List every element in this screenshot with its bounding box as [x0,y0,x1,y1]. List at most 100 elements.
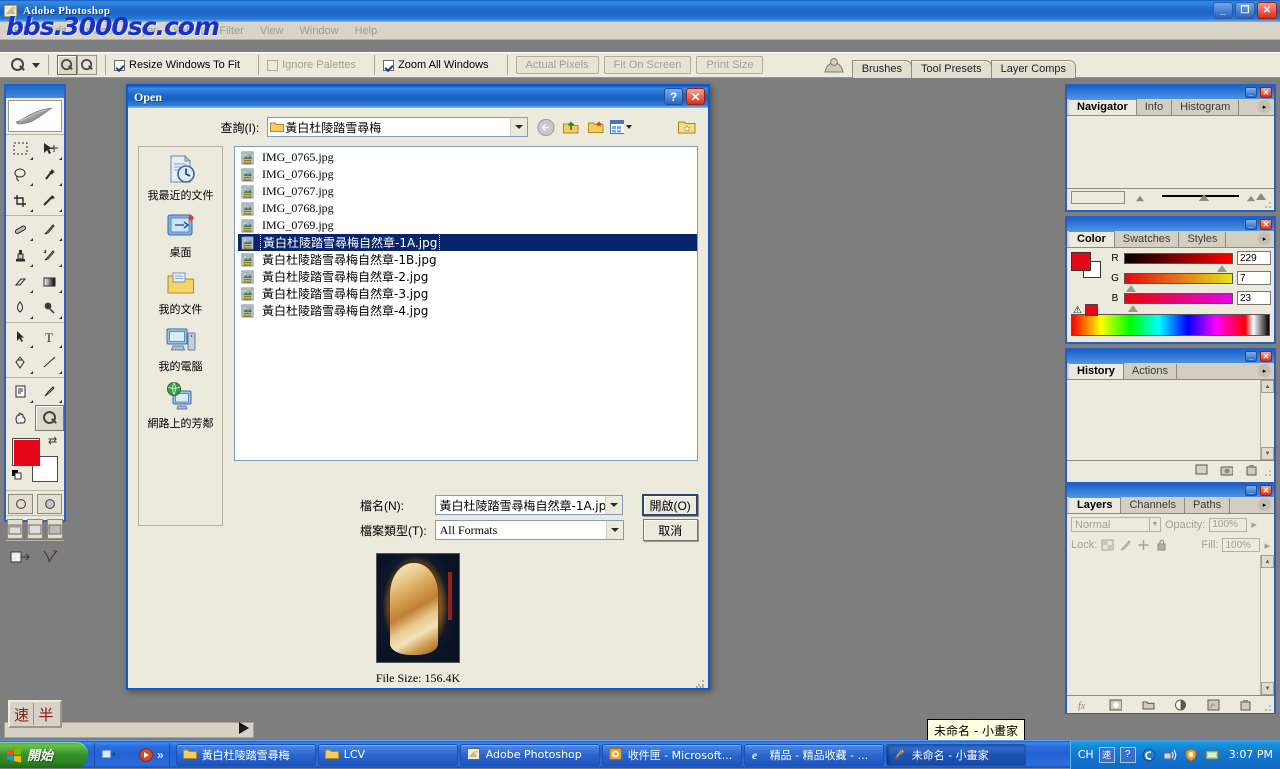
zoom-tool-icon[interactable] [10,57,26,73]
layer-style-fx-icon[interactable]: fx [1077,698,1090,711]
tab-actions[interactable]: Actions [1123,364,1177,379]
swap-colors-icon[interactable]: ⇄ [48,434,57,447]
fill-input[interactable]: 100% [1222,538,1261,552]
close-icon[interactable]: ✕ [1260,219,1272,230]
tab-paths[interactable]: Paths [1184,498,1231,513]
zoom-all-windows-checkbox[interactable]: Zoom All Windows [383,59,489,71]
tab-swatches[interactable]: Swatches [1114,232,1180,247]
history-palette-titlebar[interactable]: _ ✕ [1067,350,1274,363]
fill-stepper-icon[interactable]: ▸ [1264,539,1270,552]
red-slider[interactable] [1124,252,1233,272]
gradient-tool[interactable] [35,269,64,295]
menu-image[interactable]: Image [75,25,122,37]
navigator-zoom-input[interactable] [1071,191,1125,204]
taskbar-button-photoshop[interactable]: Adobe Photoshop [459,743,600,766]
internet-explorer-icon[interactable]: e [119,747,135,763]
file-list-item-selected[interactable]: 黃白杜陵踏雪尋梅自然章-1A.jpg [238,233,697,252]
close-icon[interactable]: ✕ [1260,351,1272,362]
zoom-out-button[interactable] [77,55,97,75]
resize-grip[interactable] [1264,468,1272,476]
navigator-zoom-slider[interactable] [1131,191,1270,205]
file-name-chevron-down-icon[interactable] [605,496,623,514]
tab-channels[interactable]: Channels [1121,498,1185,513]
show-desktop-icon[interactable] [100,747,116,763]
file-type-chevron-down-icon[interactable] [605,521,623,539]
minimize-icon[interactable]: _ [1245,351,1257,362]
new-layer-set-folder-icon[interactable] [1142,698,1155,711]
new-snapshot-icon[interactable] [1220,463,1233,476]
quick-launch-overflow-icon[interactable]: » [157,748,164,762]
file-list-item[interactable]: IMG_0767.jpg [238,183,697,200]
layers-palette-titlebar[interactable]: _ ✕ [1067,484,1274,497]
menu-filter[interactable]: Filter [211,25,251,37]
dialog-resize-grip[interactable] [695,679,705,689]
delete-layer-trash-icon[interactable] [1239,698,1252,711]
add-layer-mask-icon[interactable] [1109,698,1123,711]
special-folder-icon[interactable] [676,117,698,138]
file-list-item[interactable]: IMG_0766.jpg [238,166,697,183]
views-chevron-down-icon[interactable] [626,125,633,129]
gamut-warning-icon[interactable]: ⚠ [1073,305,1082,316]
navigator-palette-tabs[interactable]: Navigator Info Histogram ▸ [1067,99,1274,116]
clone-stamp-tool[interactable] [6,243,35,269]
slider-thumb[interactable] [1199,193,1210,201]
close-icon[interactable]: ✕ [1260,485,1272,496]
tab-history[interactable]: History [1069,363,1124,379]
zoom-tool[interactable] [35,405,64,431]
network-icon[interactable] [1162,747,1178,763]
red-value-input[interactable]: 229 [1237,251,1271,265]
menu-file[interactable]: File [6,25,40,37]
system-clock[interactable]: 3:07 PM [1229,748,1273,761]
history-brush-tool[interactable] [35,243,64,269]
tab-info[interactable]: Info [1136,100,1173,115]
ime-speed-button[interactable]: 速 [10,703,34,725]
close-icon[interactable]: ✕ [1260,87,1272,98]
taskbar-button-folder-1[interactable]: 黃白杜陵踏雪尋梅 [175,743,316,766]
file-list-item[interactable]: IMG_0768.jpg [238,200,697,217]
minimize-icon[interactable]: _ [1245,219,1257,230]
opacity-stepper-icon[interactable]: ▸ [1251,518,1257,531]
palette-menu-icon[interactable]: ▸ [1258,100,1271,113]
help-button[interactable]: ? [664,88,683,105]
hand-tool[interactable] [6,405,35,431]
file-list-item[interactable]: 黃白杜陵踏雪尋梅自然章-1B.jpg [238,251,697,268]
lock-image-pixels-brush-icon[interactable] [1119,539,1132,552]
taskbar-button-outlook[interactable]: 收件匣 - Microsoft... [601,743,742,766]
taskbar-button-ie[interactable]: e 精品 - 精品收藏 - ... [743,743,884,766]
place-desktop[interactable]: 桌面 [139,210,222,260]
color-palette-tabs[interactable]: Color Swatches Styles ▸ [1067,231,1274,248]
eyedropper-tool[interactable] [35,379,64,405]
green-slider[interactable] [1124,272,1233,292]
chevron-down-icon[interactable]: ▼ [1149,518,1160,531]
views-icon[interactable] [610,117,633,138]
taskbar-button-paint[interactable]: 未命名 - 小畫家 [885,743,1026,766]
up-one-level-icon[interactable] [560,117,582,138]
menu-edit[interactable]: Edit [40,25,75,37]
restore-button[interactable]: ❐ [1235,2,1255,19]
slider-thumb[interactable] [1217,264,1227,272]
tab-histogram[interactable]: Histogram [1172,100,1240,115]
tab-layers[interactable]: Layers [1069,497,1122,513]
crop-tool[interactable] [6,188,35,214]
full-screen-menubar-button[interactable] [27,519,43,539]
eraser-tool[interactable] [6,269,35,295]
start-button[interactable]: 開始 [0,741,88,768]
color-palette-swatches[interactable] [1071,252,1101,278]
default-colors-icon[interactable] [12,470,23,481]
file-list-item[interactable]: 黃白杜陵踏雪尋梅自然章-3.jpg [238,285,697,302]
slice-tool[interactable] [35,188,64,214]
scroll-down-arrow-icon[interactable]: ▼ [1261,682,1274,695]
ime-halfwidth-button[interactable]: 半 [34,703,58,725]
ime-floating-toolbar[interactable]: 速 半 [8,700,62,728]
menu-view[interactable]: View [252,25,292,37]
quick-mask-mode-button[interactable] [37,494,62,514]
minimize-icon[interactable]: _ [1245,87,1257,98]
minimize-button[interactable]: _ [1213,2,1233,19]
marquee-tool[interactable] [6,136,35,162]
media-player-icon[interactable] [138,747,154,763]
new-adjustment-layer-icon[interactable] [1174,698,1187,711]
lan-icon[interactable] [1204,747,1220,763]
menu-bar[interactable]: File Edit Image Layer Select Filter View… [0,22,1280,40]
zoom-in-triangle-icon[interactable] [1247,195,1255,201]
place-my-computer[interactable]: 我的電腦 [139,324,222,374]
